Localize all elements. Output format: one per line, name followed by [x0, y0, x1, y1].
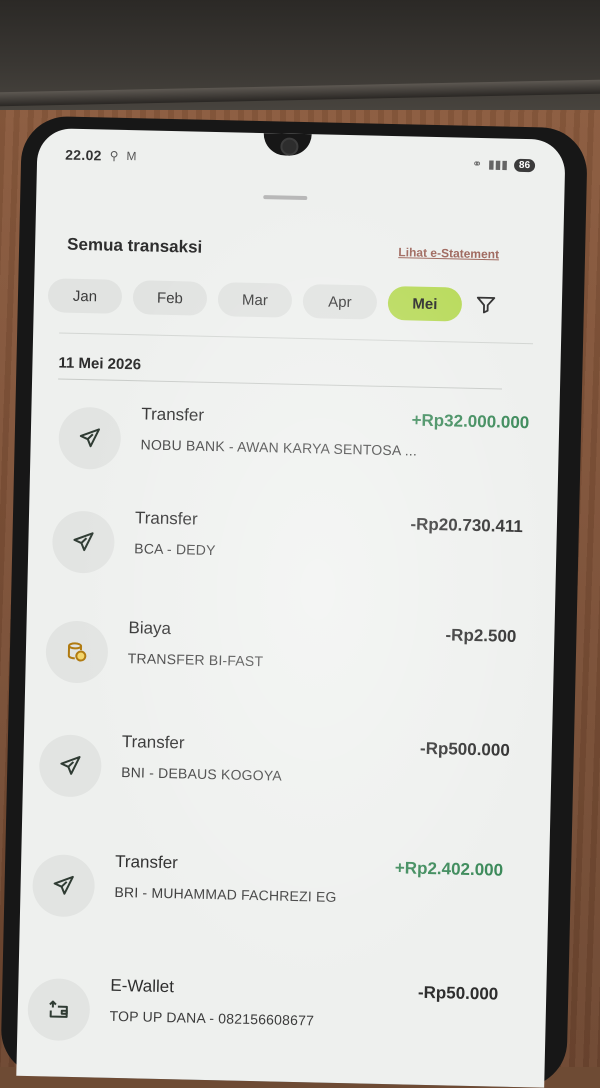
transaction-amount: -Rp20.730.411	[410, 514, 524, 537]
header-divider	[59, 332, 534, 345]
location-icon: ⚲	[109, 148, 119, 163]
month-chip-feb[interactable]: Feb	[132, 280, 208, 316]
transaction-row[interactable]: E-Wallet -Rp50.000 TOP UP DANA - 0821566…	[27, 974, 499, 1061]
coins-icon	[45, 620, 109, 684]
month-filter-bar: Jan Feb Mar Apr Mei	[47, 276, 549, 325]
transaction-type: Biaya	[128, 618, 172, 639]
transaction-row[interactable]: Transfer -Rp20.730.411 BCA - DEDY	[51, 506, 523, 593]
phone-body: 22.02 ⚲ M ⚭ ▮▮▮ 86 Semua transaksi Lihat…	[0, 115, 588, 1088]
transaction-description: BNI - DEBAUS KOGOYA	[121, 763, 283, 784]
signal-icon: ▮▮▮	[487, 157, 509, 172]
gmail-icon: M	[126, 148, 137, 164]
sheet-header: Semua transaksi Lihat e-Statement	[67, 233, 499, 267]
filter-icon[interactable]	[473, 292, 500, 319]
screen-glare	[16, 127, 566, 1088]
transaction-type: Transfer	[141, 404, 205, 425]
send-icon	[31, 854, 96, 918]
battery-badge: 86	[513, 158, 536, 172]
transaction-amount: -Rp2.500	[445, 625, 517, 646]
transaction-description: TRANSFER BI-FAST	[127, 650, 264, 670]
date-header: 11 Mei 2026	[58, 354, 142, 374]
transaction-row[interactable]: Transfer +Rp32.000.000 NOBU BANK - AWAN …	[58, 403, 530, 490]
month-chip-jan[interactable]: Jan	[47, 278, 123, 314]
status-time: 22.02	[65, 146, 102, 164]
vpn-icon: ⚭	[471, 156, 483, 172]
month-chip-mar[interactable]: Mar	[217, 282, 293, 318]
transaction-row[interactable]: Transfer -Rp500.000 BNI - DEBAUS KOGOYA	[38, 730, 510, 817]
status-bar: 22.02 ⚲ M ⚭ ▮▮▮ 86	[65, 145, 536, 176]
transaction-row[interactable]: Transfer +Rp2.402.000 BRI - MUHAMMAD FAC…	[31, 850, 504, 937]
send-icon	[58, 406, 122, 470]
month-chip-mei[interactable]: Mei	[387, 285, 463, 322]
transaction-description: NOBU BANK - AWAN KARYA SENTOSA ...	[140, 436, 418, 459]
transaction-amount: -Rp500.000	[419, 738, 511, 760]
date-divider	[58, 378, 503, 390]
sheet-drag-handle[interactable]	[263, 195, 308, 201]
transaction-type: E-Wallet	[110, 975, 175, 997]
transaction-type: Transfer	[134, 508, 198, 529]
transaction-description: BCA - DEDY	[134, 540, 216, 559]
transaction-amount: +Rp32.000.000	[411, 410, 530, 433]
month-chip-apr[interactable]: Apr	[302, 284, 378, 320]
phone-screen: 22.02 ⚲ M ⚭ ▮▮▮ 86 Semua transaksi Lihat…	[16, 127, 566, 1088]
transaction-amount: +Rp2.402.000	[394, 858, 504, 880]
status-right-icons: ⚭ ▮▮▮ 86	[471, 156, 536, 172]
transaction-row[interactable]: Biaya -Rp2.500 TRANSFER BI-FAST	[45, 616, 517, 703]
transaction-type: Transfer	[121, 732, 185, 753]
transaction-description: BRI - MUHAMMAD FACHREZI EG	[114, 883, 337, 905]
transaction-type: Transfer	[114, 851, 179, 873]
page-title: Semua transaksi	[66, 234, 203, 257]
transaction-amount: -Rp50.000	[417, 982, 499, 1004]
wallet-topup-icon	[27, 977, 91, 1042]
send-icon	[38, 734, 103, 798]
estatement-link[interactable]: Lihat e-Statement	[398, 245, 499, 261]
transaction-description: TOP UP DANA - 082156608677	[109, 1007, 315, 1029]
send-icon	[51, 510, 116, 574]
